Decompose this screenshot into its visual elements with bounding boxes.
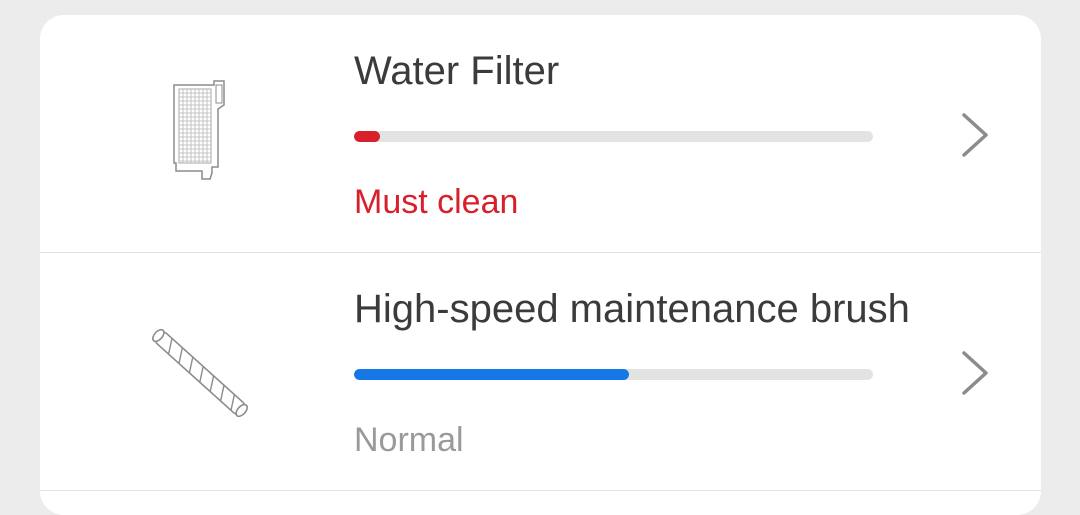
roller-brush-icon [152,328,248,418]
usage-progress-bar [354,131,873,142]
chevron-right-icon [962,113,988,157]
list-item-maintenance-brush[interactable]: High-speed maintenance brush Normal [40,253,1041,490]
maintenance-card: Water Filter Must clean High-speed maint… [40,15,1041,515]
water-filter-icon [173,80,225,180]
list-item-water-filter[interactable]: Water Filter Must clean [40,15,1041,252]
status-label: Normal [354,421,464,459]
status-label: Must clean [354,183,519,221]
item-title: Water Filter [354,49,560,93]
usage-progress-fill [354,369,630,380]
chevron-right-icon [962,351,988,395]
usage-progress-fill [354,131,380,142]
usage-progress-bar [354,369,873,380]
item-title: High-speed maintenance brush [354,287,910,331]
divider [40,490,1041,491]
